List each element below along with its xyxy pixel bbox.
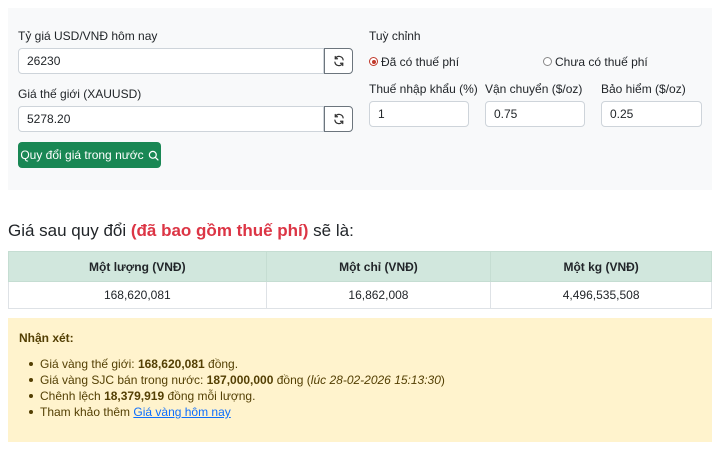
refresh-rate-button[interactable] xyxy=(324,48,353,74)
world-price-value: 168,620,081 xyxy=(137,357,205,371)
gold-price-today-link[interactable]: Giá vàng hôm nay xyxy=(133,405,230,419)
shipping-input[interactable]: 0.75 xyxy=(485,101,585,127)
sjc-price-prefix: Giá vàng SJC bán trong nước: xyxy=(40,373,204,387)
value-kg: 4,496,535,508 xyxy=(490,281,712,309)
column-header-luong: Một lượng (VNĐ) xyxy=(8,251,267,282)
column-header-chi: Một chỉ (VNĐ) xyxy=(265,251,492,282)
world-price-prefix: Giá vàng thế giới: xyxy=(40,357,135,371)
world-price-suffix: đồng. xyxy=(208,357,239,371)
radio-without-fee[interactable] xyxy=(543,57,552,66)
list-item: Tham khảo thêm Giá vàng hôm nay xyxy=(26,404,445,420)
result-heading: Giá sau quy đổi (đã bao gồm thuế phí) sẽ… xyxy=(8,221,354,241)
radio-without-fee-label[interactable]: Chưa có thuế phí xyxy=(555,55,648,69)
import-tax-label: Thuế nhập khẩu (%) xyxy=(369,82,478,96)
refresh-icon xyxy=(333,55,344,67)
refresh-icon xyxy=(333,113,344,125)
value-luong: 168,620,081 xyxy=(8,281,267,309)
sjc-price-time: lúc 28-02-2026 15:13:30 xyxy=(310,373,441,387)
insurance-label: Bảo hiểm ($/oz) xyxy=(601,82,686,96)
result-heading-suffix: sẽ là: xyxy=(313,221,354,240)
value-chi: 16,862,008 xyxy=(265,281,492,309)
sjc-price-unit: đồng xyxy=(276,373,304,387)
remarks-box: Nhận xét: Giá vàng thế giới: 168,620,081… xyxy=(8,318,712,442)
radio-with-fee-label[interactable]: Đã có thuế phí xyxy=(381,55,459,69)
result-heading-highlight: (đã bao gồm thuế phí) xyxy=(130,221,309,240)
list-item: Chênh lệch 18,379,919 đồng mỗi lượng. xyxy=(26,388,445,404)
insurance-input[interactable]: 0.25 xyxy=(601,101,702,127)
convert-button-label: Quy đổi giá trong nước xyxy=(20,148,144,162)
difference-value: 18,379,919 xyxy=(104,389,165,403)
world-price-input[interactable]: 5278.20 xyxy=(18,106,324,132)
sjc-price-value: 187,000,000 xyxy=(206,373,274,387)
column-header-kg: Một kg (VNĐ) xyxy=(490,251,712,282)
radio-with-fee[interactable] xyxy=(369,57,378,66)
table-header-row: Một lượng (VNĐ) Một chỉ (VNĐ) Một kg (VN… xyxy=(8,251,712,282)
table-row: 168,620,081 16,862,008 4,496,535,508 xyxy=(8,281,712,309)
remarks-title: Nhận xét: xyxy=(19,331,74,345)
customize-label: Tuỳ chỉnh xyxy=(369,29,421,43)
refresh-world-price-button[interactable] xyxy=(324,106,353,132)
search-icon xyxy=(148,150,159,161)
difference-prefix: Chênh lệch xyxy=(40,389,101,403)
import-tax-input[interactable]: 1 xyxy=(369,101,469,127)
usd-vnd-label: Tỷ giá USD/VNĐ hôm nay xyxy=(18,29,158,43)
world-price-label: Giá thế giới (XAUUSD) xyxy=(18,87,142,101)
convert-button[interactable]: Quy đổi giá trong nước xyxy=(18,142,161,168)
result-table: Một lượng (VNĐ) Một chỉ (VNĐ) Một kg (VN… xyxy=(8,251,712,309)
reference-prefix: Tham khảo thêm xyxy=(40,405,131,419)
list-item: Giá vàng thế giới: 168,620,081 đồng. xyxy=(26,356,445,372)
difference-suffix: đồng mỗi lượng. xyxy=(167,389,256,403)
list-item: Giá vàng SJC bán trong nước: 187,000,000… xyxy=(26,372,445,388)
result-heading-prefix: Giá sau quy đổi xyxy=(8,221,127,240)
remarks-list: Giá vàng thế giới: 168,620,081 đồng. Giá… xyxy=(26,356,445,420)
usd-vnd-input[interactable]: 26230 xyxy=(18,48,324,74)
shipping-label: Vận chuyển ($/oz) xyxy=(485,82,583,96)
